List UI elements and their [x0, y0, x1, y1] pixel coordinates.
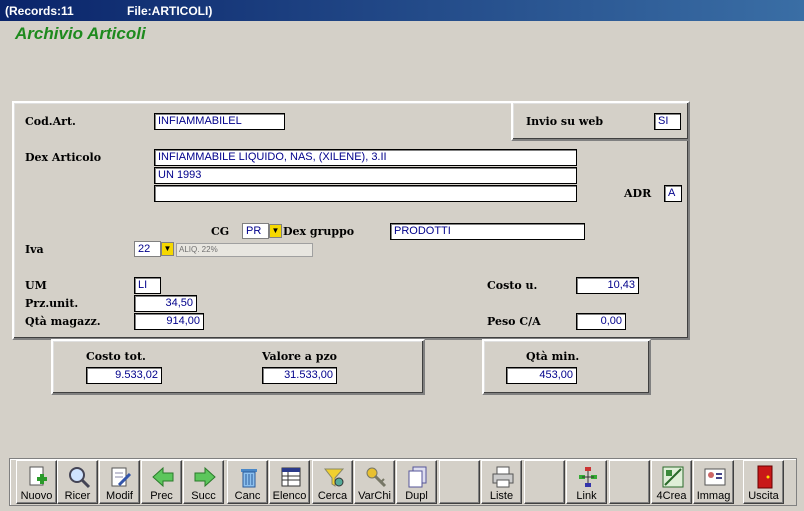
costo-tot-label: Costo tot.	[86, 350, 146, 363]
toolbar-button-label: Elenco	[272, 490, 307, 502]
dex-articolo-line3[interactable]	[154, 185, 577, 202]
toolbar-button-label: Succ	[191, 490, 216, 502]
toolbar-button-ricer[interactable]: Ricer	[57, 460, 98, 504]
exit-door-icon	[753, 465, 777, 489]
image-card-icon	[703, 465, 727, 489]
toolbar-button-label: Cerca	[317, 490, 348, 502]
prz-unit-field[interactable]: 34,50	[134, 295, 197, 312]
edit-doc-icon	[109, 465, 133, 489]
um-field[interactable]: LI	[134, 277, 161, 294]
cod-art-label: Cod.Art.	[25, 115, 76, 128]
valore-pzo-field[interactable]: 31.533,00	[262, 367, 337, 384]
keys-icon	[364, 465, 388, 489]
arrow-right-icon	[193, 465, 217, 489]
iva-combo[interactable]: 22	[134, 241, 161, 257]
toolbar-button-4crea[interactable]: 4Crea	[651, 460, 692, 504]
duplicate-icon	[406, 465, 430, 489]
toolbar-button-modif[interactable]: Modif	[99, 460, 140, 504]
toolbar-button-label: Uscita	[748, 490, 779, 502]
peso-ca-label: Peso C/A	[487, 315, 541, 328]
toolbar-button-label: Liste	[489, 490, 514, 502]
toolbar-button-label: Modif	[106, 490, 133, 502]
link-icon	[576, 465, 600, 489]
toolbar-button-varchi[interactable]: VarChi	[354, 460, 395, 504]
page-title: Archivio Articoli	[15, 24, 146, 43]
costo-u-field[interactable]: 10,43	[576, 277, 639, 294]
create-icon	[661, 465, 685, 489]
toolbar-button-label: Prec	[150, 490, 173, 502]
records-count: (Records:11	[5, 4, 74, 18]
cg-label: CG	[211, 225, 230, 238]
toolbar-button-canc[interactable]: Canc	[227, 460, 268, 504]
qta-magazz-label: Qtà magazz.	[25, 315, 101, 328]
dex-articolo-label: Dex Articolo	[25, 151, 102, 164]
iva-description: ALIQ. 22%	[176, 243, 313, 257]
toolbar-button-empty[interactable]	[524, 460, 565, 504]
iva-label: Iva	[25, 243, 44, 256]
toolbar-button-label: 4Crea	[656, 490, 687, 502]
trash-icon	[237, 465, 261, 489]
toolbar-button-empty[interactable]	[609, 460, 650, 504]
costo-u-label: Costo u.	[487, 279, 538, 292]
dex-gruppo-field[interactable]: PRODOTTI	[390, 223, 585, 240]
toolbar-button-label: VarChi	[358, 490, 391, 502]
toolbar-button-uscita[interactable]: Uscita	[743, 460, 784, 504]
toolbar-button-label: Ricer	[64, 490, 91, 502]
qta-min-field[interactable]: 453,00	[506, 367, 577, 384]
toolbar-button-immag[interactable]: Immag	[693, 460, 734, 504]
toolbar-button-elenco[interactable]: Elenco	[269, 460, 310, 504]
toolbar-button-empty[interactable]	[439, 460, 480, 504]
toolbar-button-dupl[interactable]: Dupl	[396, 460, 437, 504]
printer-icon	[491, 465, 515, 489]
toolbar-button-nuovo[interactable]: Nuovo	[16, 460, 57, 504]
adr-field[interactable]: A	[664, 185, 682, 202]
costo-tot-field[interactable]: 9.533,02	[86, 367, 162, 384]
adr-label: ADR	[624, 187, 652, 200]
um-label: UM	[25, 279, 47, 292]
filter-search-icon	[322, 465, 346, 489]
peso-ca-field[interactable]: 0,00	[576, 313, 626, 330]
toolbar-button-label: Nuovo	[20, 490, 53, 502]
cg-combo[interactable]: PR	[242, 223, 269, 239]
window-titlebar: (Records:11 File:ARTICOLI)	[0, 0, 804, 21]
magnifier-icon	[67, 465, 91, 489]
toolbar-button-cerca[interactable]: Cerca	[312, 460, 353, 504]
prz-unit-label: Prz.unit.	[25, 297, 79, 310]
valore-pzo-label: Valore a pzo	[262, 350, 338, 363]
toolbar-button-liste[interactable]: Liste	[481, 460, 522, 504]
toolbar-button-label: Canc	[234, 490, 261, 502]
toolbar-button-prec[interactable]: Prec	[141, 460, 182, 504]
invio-web-label: Invio su web	[526, 115, 604, 128]
dex-articolo-line1[interactable]: INFIAMMABILE LIQUIDO, NAS, (XILENE), 3.I…	[154, 149, 577, 166]
dex-articolo-line2[interactable]: UN 1993	[154, 167, 577, 184]
table-icon	[279, 465, 303, 489]
invio-web-field[interactable]: SI	[654, 113, 681, 130]
toolbar-button-link[interactable]: Link	[566, 460, 607, 504]
toolbar-button-label: Link	[576, 490, 597, 502]
iva-dropdown-icon[interactable]: ▼	[161, 242, 174, 256]
toolbar-button-label: Immag	[696, 490, 731, 502]
qta-magazz-field[interactable]: 914,00	[134, 313, 204, 330]
new-doc-icon	[26, 465, 50, 489]
toolbar-button-succ[interactable]: Succ	[183, 460, 224, 504]
toolbar-button-label: Dupl	[405, 490, 428, 502]
dex-gruppo-label: Dex gruppo	[283, 225, 355, 238]
cg-dropdown-icon[interactable]: ▼	[269, 224, 282, 238]
file-name: File:ARTICOLI)	[127, 4, 213, 18]
qta-min-label: Qtà min.	[526, 350, 580, 363]
arrow-left-icon	[151, 465, 175, 489]
cod-art-field[interactable]: INFIAMMABILEL	[154, 113, 285, 130]
